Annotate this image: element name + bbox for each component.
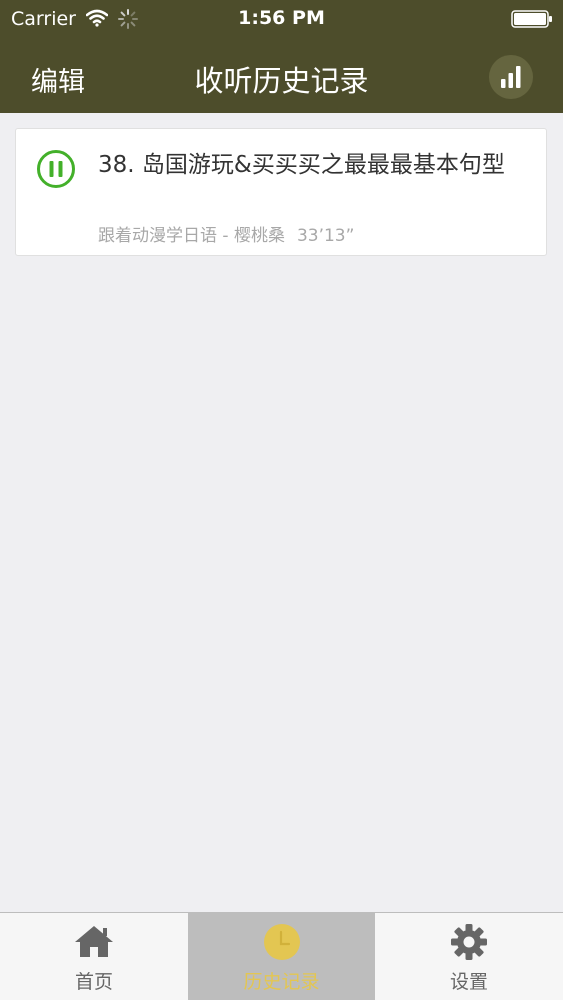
gear-icon — [451, 924, 487, 960]
tab-bar: 首页 历史记录 设置 — [0, 912, 563, 1000]
tab-home[interactable]: 首页 — [0, 913, 188, 1000]
bar-chart-icon — [501, 66, 521, 88]
tab-history[interactable]: 历史记录 — [188, 913, 375, 1000]
status-time: 1:56 PM — [238, 7, 325, 29]
home-icon — [75, 926, 113, 957]
nav-bar: 编辑 收听历史记录 — [0, 40, 563, 113]
stats-button[interactable] — [489, 55, 533, 99]
tab-label: 历史记录 — [243, 971, 320, 993]
list-item[interactable]: 38. 岛国游玩&买买买之最最最基本句型 跟着动漫学日语 - 樱桃桑 33’13” — [15, 128, 547, 256]
clock-icon — [263, 924, 300, 960]
episode-duration: 33’13” — [296, 226, 355, 246]
episode-title: 38. 岛国游玩&买买买之最最最基本句型 — [98, 152, 505, 178]
status-bar: Carrier 1:56 PM — [0, 0, 563, 40]
header: Carrier 1:56 PM 编辑 收听历史记录 — [0, 0, 563, 113]
tab-label: 首页 — [74, 971, 113, 993]
page-title: 收听历史记录 — [194, 64, 369, 98]
episode-meta: 跟着动漫学日语 - 樱桃桑 33’13” — [98, 221, 354, 246]
battery-icon — [511, 10, 552, 28]
pause-icon[interactable] — [36, 149, 76, 189]
episode-source: 跟着动漫学日语 - 樱桃桑 — [98, 226, 285, 246]
tab-settings[interactable]: 设置 — [375, 913, 563, 1000]
tab-label: 设置 — [449, 971, 488, 993]
